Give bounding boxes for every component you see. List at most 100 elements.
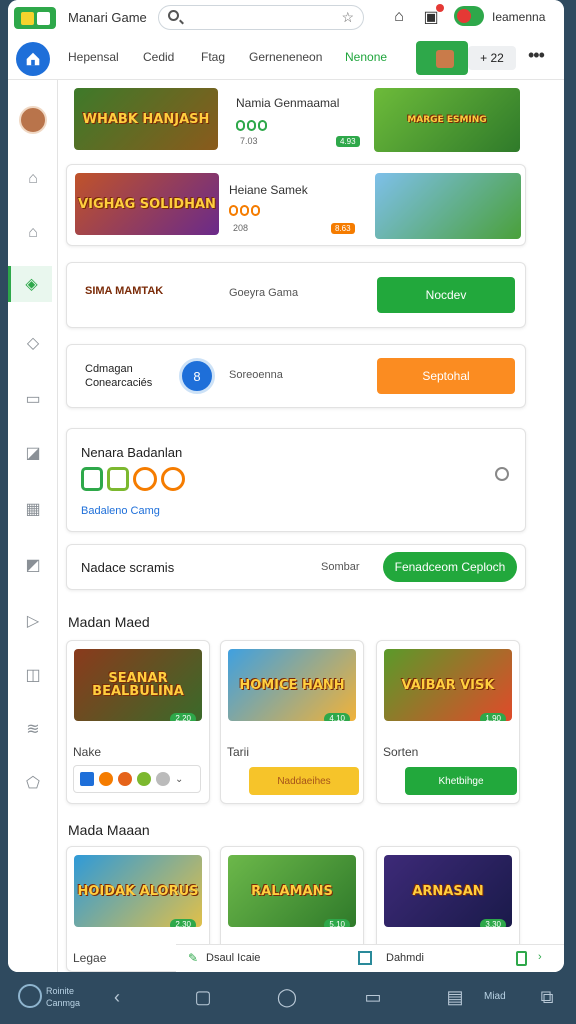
game-name: Sorten: [383, 745, 419, 759]
step-indicator: [161, 467, 185, 491]
game-thumbnail[interactable]: SEANAR BEALBULINA 2.20: [74, 649, 202, 721]
sidebar-note-icon[interactable]: ◩: [20, 552, 46, 578]
chat-icon[interactable]: ▭: [362, 986, 384, 1008]
promo-button[interactable]: Nocdev: [377, 277, 515, 313]
promo-card: SIMA MAMTAK Goeyra Gama Nocdev: [66, 262, 526, 328]
game-thumbnail[interactable]: HOMICE HANH 4.10: [228, 649, 356, 721]
game-name: Tarii: [227, 745, 250, 759]
sidebar-tag-active-icon[interactable]: ◈: [8, 266, 52, 302]
sidebar-wifi-icon[interactable]: ≋: [20, 716, 46, 742]
pencil-icon[interactable]: ✎: [188, 951, 198, 965]
progress-title: Nenara Badanlan: [81, 445, 183, 460]
rating-dots: [236, 120, 267, 131]
tab-cedid[interactable]: Cedid: [143, 50, 174, 64]
featured-thumbnail[interactable]: VIGHAG SOLIDHAN: [75, 173, 219, 235]
home-outline-icon[interactable]: ⌂: [388, 6, 410, 28]
featured-tag: 8.63: [331, 223, 355, 234]
game-card[interactable]: VAIBAR VISK 1.90 Sorten Khetbihge: [376, 640, 520, 804]
sidebar-edit-icon[interactable]: ◪: [20, 440, 46, 466]
step-indicator: [81, 467, 103, 491]
brand-icon[interactable]: [18, 984, 42, 1008]
back-icon[interactable]: ‹: [106, 986, 128, 1008]
top-bar: Manari Game ☆ ⌂ ▣ Ieamenna: [8, 0, 564, 36]
search-row-button[interactable]: Fenadceom Ceploch: [383, 552, 517, 582]
game-action-button[interactable]: Khetbihge: [405, 767, 517, 795]
arrow-right-icon[interactable]: ›: [538, 951, 542, 963]
featured-thumbnail[interactable]: WHABK HANJASH: [74, 88, 218, 150]
section-title: Mada Maaan: [68, 822, 150, 838]
game-thumbnail[interactable]: ARNASAN 3.30: [384, 855, 512, 927]
active-tab-thumbnail[interactable]: [416, 41, 468, 75]
home-circle-icon[interactable]: ◯: [276, 986, 298, 1008]
support-status: Soreoenna: [229, 369, 283, 381]
phone-icon[interactable]: [516, 951, 527, 966]
user-status-chip[interactable]: [454, 6, 484, 26]
support-line1: Cdmagan: [85, 363, 133, 375]
game-action-row[interactable]: ⌄: [73, 765, 201, 793]
brand-line2: Canmga: [46, 998, 81, 1008]
sidebar-home-alt-icon[interactable]: ⌂: [20, 220, 46, 246]
featured-tag: 4.93: [336, 136, 360, 147]
game-name: Legae: [73, 951, 107, 965]
featured-side-thumbnail[interactable]: [375, 173, 521, 239]
system-nav-bar: Roinite Canmga ‹ ▢ ◯ ▭ ▤ Miad ⧉: [0, 972, 576, 1024]
notification-icon[interactable]: ▣: [420, 4, 444, 28]
featured-side-thumbnail[interactable]: MARGE ESMING: [374, 88, 520, 152]
featured-title: Heiane Samek: [229, 183, 308, 197]
user-name[interactable]: Ieamenna: [492, 10, 545, 24]
game-thumbnail[interactable]: HOIDAK ALORUS 2.30: [74, 855, 202, 927]
progress-link[interactable]: Badaleno Camg: [81, 505, 160, 517]
sidebar-play-icon[interactable]: ▷: [20, 608, 46, 634]
progress-steps: [81, 467, 185, 491]
tab-hepensal[interactable]: Hepensal: [68, 50, 119, 64]
nav-right-label: Miad: [484, 991, 506, 1002]
tab-nenone[interactable]: Nenone: [345, 50, 387, 64]
sidebar-tag-icon[interactable]: ◇: [20, 330, 46, 356]
tab-ftag[interactable]: Ftag: [201, 50, 225, 64]
app-icon: [80, 772, 94, 786]
featured-card[interactable]: WHABK HANJASH Namia Genmaamal 7.03 4.93 …: [66, 82, 526, 158]
app-window: Manari Game ☆ ⌂ ▣ Ieamenna Hepensal Cedi…: [8, 0, 564, 972]
sidebar-home-icon[interactable]: ⌂: [20, 166, 46, 192]
step-indicator: [133, 467, 157, 491]
tab-bar: Hepensal Cedid Ftag Gerneneneon Nenone +…: [8, 36, 564, 80]
game-action-button[interactable]: Naddaeihes: [249, 767, 359, 795]
window-icon[interactable]: ⧉: [536, 986, 558, 1008]
support-circle-button[interactable]: 8: [179, 358, 215, 394]
tab-gerneneneon[interactable]: Gerneneneon: [249, 50, 322, 64]
sidebar-grid-icon[interactable]: ▦: [20, 496, 46, 522]
sidebar-shape-icon[interactable]: ⬠: [20, 770, 46, 796]
support-button[interactable]: Septohal: [377, 358, 515, 394]
files-icon[interactable]: ▤: [444, 986, 466, 1008]
avatar[interactable]: [19, 106, 47, 134]
promo-logo: SIMA MAMTAK: [85, 285, 164, 297]
featured-stat: 208: [233, 223, 249, 233]
chevron-down-icon[interactable]: ⌄: [175, 774, 183, 785]
app-logo[interactable]: [14, 7, 56, 29]
featured-card[interactable]: VIGHAG SOLIDHAN Heiane Samek 208 8.63: [66, 164, 526, 246]
game-thumbnail[interactable]: VAIBAR VISK 1.90: [384, 649, 512, 721]
app-icon: [118, 772, 132, 786]
checkbox-icon[interactable]: [358, 951, 372, 965]
sidebar-bag-icon[interactable]: ▭: [20, 386, 46, 412]
home-button[interactable]: [16, 42, 50, 76]
bottom-strip-right[interactable]: Dahmdi: [386, 952, 424, 964]
support-line2: Conearcaciés: [85, 377, 153, 389]
search-input[interactable]: ☆: [158, 5, 364, 30]
count-chip[interactable]: + 22: [468, 46, 516, 70]
app-icon: [137, 772, 151, 786]
bottom-strip-left[interactable]: Dsaul Icaie: [206, 952, 260, 964]
support-card: Cdmagan Conearcaciés 8 Soreoenna Septoha…: [66, 344, 526, 408]
brand-line1: Roinite: [46, 986, 75, 996]
search-row-label: Nadace scramis: [81, 560, 175, 575]
home-icon: [26, 52, 40, 66]
sidebar-chart-icon[interactable]: ◫: [20, 662, 46, 688]
game-card[interactable]: HOMICE HANH 4.10 Tarii Naddaeihes: [220, 640, 364, 804]
section-title: Madan Maed: [68, 614, 150, 630]
star-icon[interactable]: ☆: [341, 9, 354, 26]
box-icon[interactable]: ▢: [192, 986, 214, 1008]
search-row-secondary[interactable]: Sombar: [321, 561, 360, 573]
more-options-icon[interactable]: •••: [528, 45, 545, 66]
game-card[interactable]: SEANAR BEALBULINA 2.20 Nake ⌄: [66, 640, 210, 804]
game-thumbnail[interactable]: RALAMANS 5.10: [228, 855, 356, 927]
